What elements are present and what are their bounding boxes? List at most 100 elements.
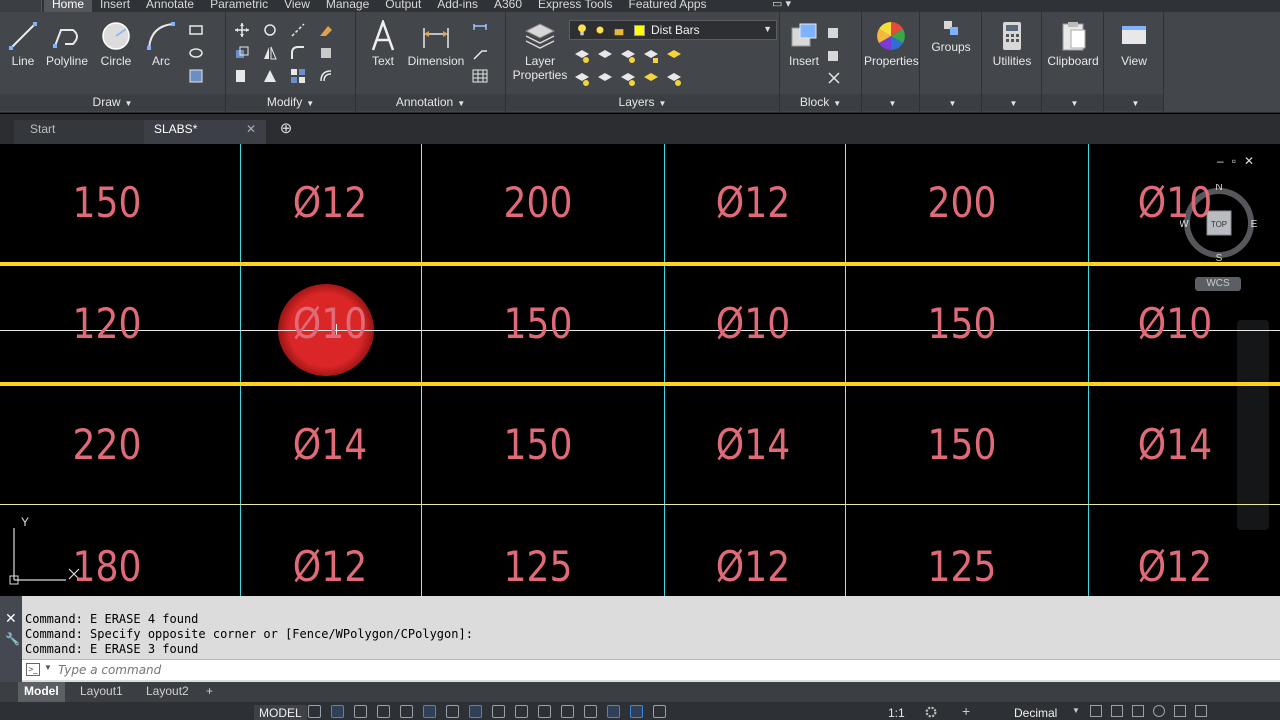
grid-icon[interactable] [308,705,321,718]
isolate-objects-icon[interactable] [1132,705,1144,717]
arc-button[interactable]: Arc [144,20,178,68]
command-prompt-icon[interactable]: >_ [26,663,40,676]
layer-freeze-icon[interactable] [620,48,636,64]
current-layer-dropdown[interactable]: Dist Bars ▼ [569,20,777,40]
drawing-text[interactable]: 125 [461,542,616,592]
drawing-text[interactable]: 200 [885,178,1040,228]
view-button[interactable]: View [1106,20,1162,68]
utilities-button[interactable]: Utilities [984,20,1040,68]
layer-match-icon[interactable] [666,48,682,64]
command-input[interactable] [58,662,858,678]
layer-off-icon[interactable] [574,48,590,64]
block-panel-title[interactable]: Block ▼ [780,94,861,111]
layer-unlock-icon[interactable] [643,71,659,87]
selection-filter-icon[interactable] [584,705,597,718]
drawing-text[interactable]: 200 [461,178,616,228]
units-dropdown[interactable]: Decimal [1014,706,1057,720]
layer-thaw-icon[interactable] [620,71,636,87]
viewport-controls[interactable]: ‒▫✕ [1217,154,1262,168]
properties-panel-title[interactable]: ▼ [862,94,919,111]
circle-button[interactable]: Circle [96,20,136,68]
command-line[interactable]: >_ ▼ [22,659,1280,680]
lock-ui-icon[interactable] [1111,705,1123,717]
tab-express-tools[interactable]: Express Tools [530,0,620,12]
layer-lock-icon[interactable] [643,48,659,64]
linear-dim-icon[interactable] [472,22,488,38]
drawing-text[interactable]: 120 [30,299,185,349]
object-snap-icon[interactable] [446,705,459,718]
layer-walk-icon[interactable] [574,71,590,87]
layers-panel-title[interactable]: Layers ▼ [506,94,779,111]
properties-button[interactable]: Properties [864,20,919,68]
file-tab-start[interactable]: Start [14,120,144,144]
offset-icon[interactable] [318,68,334,84]
drawing-text[interactable]: Ø14 [676,420,831,470]
drawing-text[interactable]: Ø10 [253,299,408,349]
drawing-text[interactable]: 150 [885,299,1040,349]
tab-add-ins[interactable]: Add-ins [429,0,486,12]
trim-icon[interactable] [290,22,306,38]
quick-properties-icon[interactable] [1090,705,1102,717]
chevron-down-icon[interactable]: ▼ [1072,706,1080,715]
drawing-text[interactable]: 150 [461,299,616,349]
wrench-icon[interactable]: 🔧 [5,632,20,646]
leader-icon[interactable] [472,45,488,61]
clipboard-panel-title[interactable]: ▼ [1042,94,1103,111]
gear-icon[interactable] [924,705,938,719]
drawing-text[interactable]: Ø14 [1098,420,1253,470]
drawing-text[interactable]: 125 [885,542,1040,592]
drawing-text[interactable]: Ø12 [253,542,408,592]
object-snap-tracking-icon[interactable] [423,705,436,718]
tab-parametric[interactable]: Parametric [202,0,276,12]
lineweight-icon[interactable] [469,705,482,718]
auto-scale-icon[interactable] [653,705,666,718]
polyline-button[interactable]: Polyline [42,20,92,68]
drawing-text[interactable]: Ø10 [676,299,831,349]
close-icon[interactable]: ✕ [5,610,17,627]
command-window-handle[interactable]: ✕ 🔧 [0,596,22,682]
layout-tab-layout1[interactable]: Layout1 [74,682,129,702]
model-space-button[interactable]: MODEL [254,705,307,720]
stretch-icon[interactable] [234,68,250,84]
3d-osnap-icon[interactable] [538,705,551,718]
isodraft-icon[interactable] [400,705,413,718]
text-button[interactable]: Text [366,20,400,68]
layout-tab-layout2[interactable]: Layout2 [140,682,195,702]
rotate-icon[interactable] [262,22,278,38]
scale-icon[interactable] [262,68,278,84]
layer-properties-button[interactable]: Layer Properties [510,20,570,82]
ortho-icon[interactable] [354,705,367,718]
drawing-text[interactable]: Ø14 [253,420,408,470]
line-button[interactable]: Line [6,20,40,68]
dynamic-ucs-icon[interactable] [561,705,574,718]
mirror-icon[interactable] [262,45,278,61]
tab-manage[interactable]: Manage [318,0,377,12]
boundary-icon[interactable] [188,68,204,84]
utilities-panel-title[interactable]: ▼ [982,94,1041,111]
ribbon-options-icon[interactable]: ▭ ▾ [772,0,791,12]
drawing-canvas[interactable]: ‒▫✕ TOP N S E W WCS Y 150 Ø12 200 Ø12 200 Ø10… [0,144,1280,596]
array-icon[interactable] [290,68,306,84]
new-tab-button[interactable]: ⊕ [276,120,296,144]
edit-block-icon[interactable] [826,47,842,63]
wcs-menu[interactable]: WCS [1195,277,1241,291]
drawing-text[interactable]: Ø10 [1098,299,1253,349]
annotation-panel-title[interactable]: Annotation ▼ [356,94,505,111]
drawing-text[interactable]: Ø12 [253,178,408,228]
tab-featured-apps[interactable]: Featured Apps [621,0,715,12]
layer-state-icon[interactable] [666,71,682,87]
annotation-scale[interactable]: 1:1 [888,706,905,720]
selection-cycling-icon[interactable] [515,705,528,718]
attribute-icon[interactable] [826,70,842,86]
explode-icon[interactable] [318,45,334,61]
insert-button[interactable]: Insert [784,20,824,68]
drawing-text[interactable]: Ø12 [676,542,831,592]
hardware-acceleration-icon[interactable] [1153,705,1165,717]
clipboard-button[interactable]: Clipboard [1044,20,1102,68]
annotation-visibility-icon[interactable] [630,705,643,718]
application-menu-button[interactable] [0,0,42,12]
tab-insert[interactable]: Insert [92,0,138,12]
drawing-text[interactable]: 220 [30,420,185,470]
rectangle-icon[interactable] [188,22,204,38]
snap-icon[interactable] [331,705,344,718]
